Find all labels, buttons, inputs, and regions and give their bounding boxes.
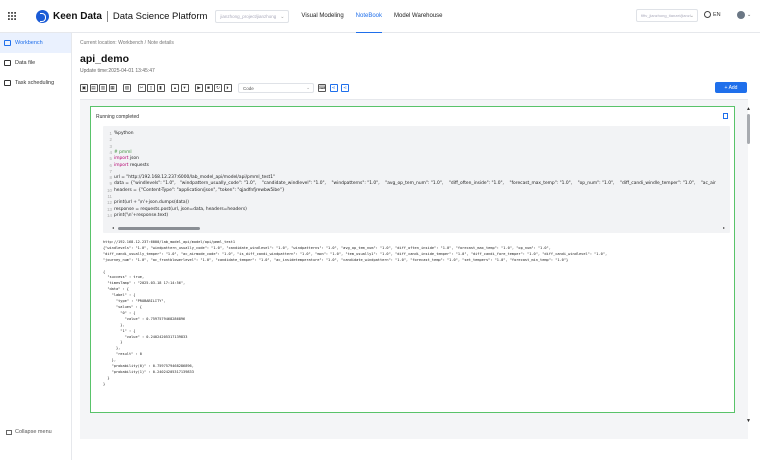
keen-data-logo-icon <box>36 9 49 23</box>
sidebar-item-label: Data file <box>15 60 36 66</box>
breadcrumb: Current location: Workbench / Note detai… <box>80 40 174 46</box>
line-number: 14 <box>107 212 112 218</box>
share-icon[interactable]: ⋖ <box>329 84 338 92</box>
cell-output: http://192.168.12.237:6000/lab_model_api… <box>103 240 728 388</box>
sidebar-item-label: Workbench <box>15 40 43 46</box>
project-select[interactable]: jianzhong_project/jianzhong ⌄ <box>215 9 290 23</box>
output-line: } <box>103 381 106 386</box>
insert-below-icon[interactable]: ▥ <box>99 84 107 92</box>
workbench-icon <box>4 40 11 46</box>
notebook-toolbar: ▣ ▤ ▥ ▦ ▧ ✂ ▯ ▮ ▴ ▾ ▶ ■ ↻ ⏵ Code ⌄ ⌨ ⋖ ⋖ <box>80 83 351 93</box>
code-editor[interactable]: 1 %python 2 3 4 # pmml 5 import json 6 import req… <box>103 126 730 233</box>
nav-model-warehouse[interactable]: Model Warehouse <box>394 0 442 33</box>
paste-icon[interactable]: ▯ <box>147 84 155 92</box>
restart-icon[interactable]: ↻ <box>214 84 222 92</box>
language-label: EN <box>713 11 721 18</box>
platform-name: Data Science Platform <box>112 10 208 22</box>
scroll-down-arrow[interactable]: ▼ <box>746 418 751 424</box>
save-icon[interactable]: ▣ <box>80 84 88 92</box>
code-text: import requests <box>114 162 149 168</box>
globe-icon <box>704 11 711 18</box>
nav-visual-modeling[interactable]: Visual Modeling <box>301 0 343 33</box>
notebook-cell[interactable]: Running completed 1 %python 2 3 4 # pmml 5 impo… <box>90 106 735 413</box>
chevron-down-icon: ⌄ <box>306 85 310 90</box>
app-grid-icon[interactable] <box>2 6 22 26</box>
top-bar: Keen Data Data Science Platform jianzhon… <box>0 0 760 33</box>
cell-type-value: Code <box>243 85 254 91</box>
environment-select[interactable]: fiftv_jianzhong_tianzei/jianzl ⌄ <box>636 9 698 22</box>
collapse-icon <box>6 429 12 435</box>
code-text: %python <box>114 131 134 136</box>
stop-icon[interactable]: ■ <box>204 84 213 92</box>
sidebar-item-workbench[interactable]: Workbench <box>0 33 71 53</box>
schedule-icon <box>4 80 11 86</box>
keyboard-icon[interactable]: ⌨ <box>318 84 326 92</box>
sidebar: Workbench Data file Task scheduling Coll… <box>0 33 72 460</box>
run-cell-icon[interactable]: ▶ <box>195 84 203 92</box>
sidebar-item-task-scheduling[interactable]: Task scheduling <box>0 73 71 93</box>
move-down-icon[interactable]: ▾ <box>180 84 189 92</box>
vertical-scrollbar[interactable] <box>747 114 750 144</box>
delete-cell-icon[interactable] <box>723 113 728 119</box>
environment-select-value: fiftv_jianzhong_tianzei/jianzl <box>641 13 691 18</box>
update-time: Update time:2025-04-01 13:45:47 <box>80 68 155 74</box>
scroll-right-arrow[interactable]: ▸ <box>723 225 725 230</box>
move-up-icon[interactable]: ▴ <box>171 84 179 92</box>
avatar <box>737 11 745 19</box>
code-text: print('\n'+response.text) <box>114 212 169 218</box>
sidebar-item-data-file[interactable]: Data file <box>0 53 71 73</box>
scroll-up-arrow[interactable]: ▲ <box>746 106 751 112</box>
user-menu[interactable]: ⌄ <box>737 11 751 19</box>
folder-icon <box>4 60 11 66</box>
chevron-down-icon: ⌄ <box>689 13 694 19</box>
code-line[interactable]: 10 headers = {"Content-Type": "applicatio… <box>103 188 285 194</box>
language-switch[interactable]: EN <box>704 11 721 18</box>
add-cell-button[interactable]: + Add <box>715 82 747 93</box>
chevron-down-icon: ⌄ <box>747 12 752 18</box>
sidebar-item-label: Task scheduling <box>15 80 55 86</box>
brand-name: Keen Data <box>53 10 102 22</box>
brand-logo[interactable]: Keen Data <box>36 9 102 23</box>
page-title: api_demo <box>80 53 130 65</box>
header-divider <box>106 10 108 22</box>
code-text: headers = {"Content-Type": "application/… <box>114 187 285 193</box>
run-all-icon[interactable]: ⏵ <box>223 84 232 92</box>
delete-icon[interactable]: ▦ <box>108 84 117 92</box>
run-status: Running completed <box>96 114 140 120</box>
collapse-menu-label: Collapse menu <box>15 429 52 435</box>
code-line[interactable]: 14 print('\n'+response.text) <box>103 213 168 219</box>
cell-type-select[interactable]: Code ⌄ <box>238 83 314 93</box>
project-select-value: jianzhong_project/jianzhong <box>220 13 277 19</box>
horizontal-scrollbar[interactable] <box>118 227 200 230</box>
clipboard-icon[interactable]: ▮ <box>156 84 165 92</box>
scroll-left-arrow[interactable]: ◂ <box>112 225 114 230</box>
cut-icon[interactable]: ✂ <box>137 84 146 92</box>
nav-notebook[interactable]: NoteBook <box>355 0 383 33</box>
share-link-icon[interactable]: ⋖ <box>341 84 349 92</box>
copy-icon[interactable]: ▧ <box>123 84 131 92</box>
chevron-down-icon: ⌄ <box>280 13 285 20</box>
collapse-menu-button[interactable]: Collapse menu <box>6 429 52 435</box>
insert-above-icon[interactable]: ▤ <box>89 84 98 92</box>
